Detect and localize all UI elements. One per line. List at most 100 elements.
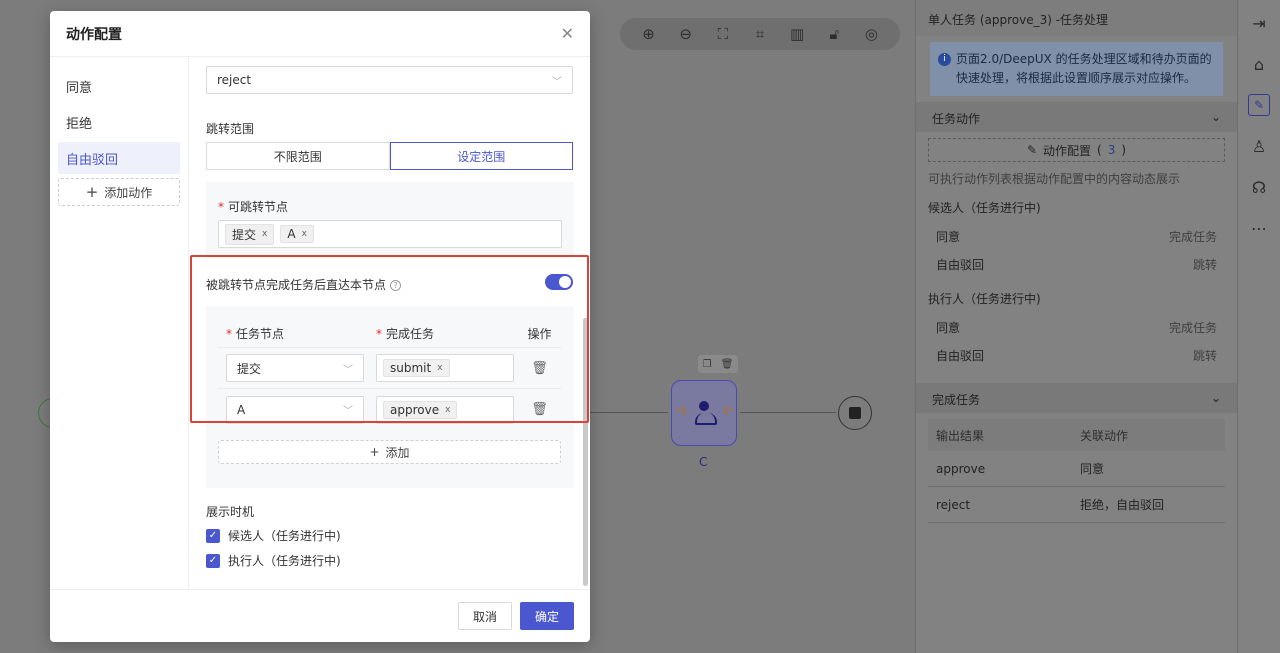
list-item: 同意 完成任务 xyxy=(928,222,1225,250)
checkbox-checked-icon[interactable]: ✓ xyxy=(206,528,220,543)
complete-task-table: 输出结果 关联动作 approve 同意 reject 拒绝，自由驳回 xyxy=(928,419,1225,523)
section-complete-task[interactable]: 完成任务 ⌄ xyxy=(916,383,1237,413)
chevron-down-icon: ﹀ xyxy=(343,406,353,417)
remove-tag-icon[interactable]: x xyxy=(437,363,442,373)
cancel-button[interactable]: 取消 xyxy=(457,602,512,630)
required-mark: * xyxy=(376,327,382,341)
jump-range-option-set[interactable]: 设定范围 xyxy=(389,142,573,170)
column-header: 操作 xyxy=(527,327,552,341)
action-item-reject[interactable]: 拒绝 xyxy=(58,106,180,138)
info-icon: i xyxy=(938,53,951,66)
confirm-button[interactable]: 确定 xyxy=(519,602,574,630)
list-item: 自由驳回 跳转 xyxy=(928,341,1225,369)
section-title: 完成任务 xyxy=(932,393,981,407)
edit-icon: ✎ xyxy=(1026,143,1038,157)
task-node-select[interactable]: 提交 ﹀ xyxy=(226,354,364,382)
checkbox-label: 候选人（任务进行中) xyxy=(228,529,341,543)
node-label: C xyxy=(699,455,708,469)
headset-icon[interactable]: ☊ xyxy=(1248,176,1270,198)
actions-hint: 可执行动作列表根据动作配置中的内容动态展示 xyxy=(928,172,1181,186)
jump-range-option-unlimited[interactable]: 不限范围 xyxy=(206,142,390,170)
zoom-in-icon[interactable]: ⊕ xyxy=(638,25,660,43)
remove-tag-icon[interactable]: x xyxy=(262,229,267,239)
in-port-icon[interactable]: •‖ xyxy=(676,406,686,416)
eye-hidden-icon[interactable]: ◎ xyxy=(860,25,882,43)
tag-label: 提交 xyxy=(232,227,257,242)
center-icon[interactable]: ⌗ xyxy=(749,25,771,43)
task-node-select[interactable]: A ﹀ xyxy=(226,395,364,424)
action-type: 跳转 xyxy=(1192,257,1217,272)
action-name: 自由驳回 xyxy=(936,257,985,272)
dialog-header: 动作配置 ✕ xyxy=(50,11,590,57)
user-icon xyxy=(693,401,717,425)
table-row: approve 同意 xyxy=(928,451,1225,487)
chevron-down-icon[interactable]: ⌄ xyxy=(1211,110,1221,124)
group-title-executor: 执行人（任务进行中) xyxy=(928,292,1041,306)
task-cell: submit x xyxy=(372,354,518,382)
section-task-actions[interactable]: 任务动作 ⌄ xyxy=(916,102,1237,132)
list-item: 自由驳回 跳转 xyxy=(928,250,1225,278)
close-icon[interactable]: ✕ xyxy=(561,24,574,43)
node-cell: A ﹀ xyxy=(218,395,372,424)
remove-tag-icon[interactable]: x xyxy=(445,405,450,415)
user-edit-icon[interactable]: ♙ xyxy=(1248,135,1270,157)
jumpable-nodes-input[interactable]: 提交 x Ax xyxy=(218,220,562,248)
action-config-count-open: ( xyxy=(1097,143,1102,157)
fit-screen-icon[interactable]: ⛶ xyxy=(712,25,734,43)
action-detail-form: reject ﹀ 跳转范围 不限范围 设定范围 * 可跳转节点 提交 x Ax 被跳… xyxy=(190,58,590,589)
section-title: 任务动作 xyxy=(932,112,981,126)
column-header: 关联动作 xyxy=(1080,428,1129,443)
task-node-value: A xyxy=(237,402,246,417)
tag-label: submit xyxy=(390,361,432,375)
direct-return-label: 被跳转节点完成任务后直达本节点? xyxy=(206,276,402,293)
complete-task-input[interactable]: submit x xyxy=(376,354,514,382)
result-cell: approve xyxy=(936,461,986,476)
action-type: 跳转 xyxy=(1192,348,1217,363)
action-config-button[interactable]: ✎ 动作配置 (3) xyxy=(928,138,1225,162)
checkbox-label: 执行人（任务进行中) xyxy=(228,554,341,568)
delete-icon[interactable]: 🗑︎ xyxy=(531,361,548,376)
list-item: 同意 完成任务 xyxy=(928,313,1225,341)
group-title-candidate: 候选人（任务进行中) xyxy=(928,201,1041,215)
help-icon[interactable]: ? xyxy=(390,280,402,291)
action-name: 同意 xyxy=(936,320,961,335)
info-text: 页面2.0/DeepUX 的任务处理区域和待办页面的快速处理，将根据此设置顺序展… xyxy=(956,52,1212,85)
checkbox-checked-icon[interactable]: ✓ xyxy=(206,553,220,568)
add-action-button[interactable]: + 添加动作 xyxy=(58,178,180,206)
ops-cell: 🗑︎ xyxy=(518,402,561,417)
add-row-button[interactable]: + 添加 xyxy=(218,440,561,464)
action-item-agree[interactable]: 同意 xyxy=(58,70,180,102)
more-icon[interactable]: ⋯ xyxy=(1248,217,1270,239)
delete-icon[interactable]: 🗑︎ xyxy=(721,359,734,370)
direct-return-toggle[interactable] xyxy=(545,274,573,290)
action-config-count: 3 xyxy=(1107,143,1116,157)
out-port-icon[interactable]: ‖• xyxy=(724,406,734,416)
node-cell: 提交 ﹀ xyxy=(218,354,372,382)
table-row: A ﹀ approve x 🗑︎ xyxy=(218,389,561,430)
result-select-value: reject xyxy=(217,73,252,87)
panel-header: 单人任务 (approve_3) -任务处理 xyxy=(916,0,1237,36)
chevron-down-icon[interactable]: ⌄ xyxy=(1211,391,1221,405)
action-type: 完成任务 xyxy=(1168,229,1217,244)
remove-tag-icon[interactable]: x xyxy=(302,229,307,239)
zoom-out-icon[interactable]: ⊖ xyxy=(675,25,697,43)
copy-icon[interactable]: ❐ xyxy=(703,359,712,370)
action-item-free-reject[interactable]: 自由驳回 xyxy=(58,142,180,174)
collapse-panel-icon[interactable]: ⇥ xyxy=(1248,12,1270,34)
task-process-icon[interactable]: ✎ xyxy=(1248,94,1270,116)
jumpable-nodes-label: * 可跳转节点 xyxy=(218,198,288,215)
display-option-executor[interactable]: ✓ 执行人（任务进行中) xyxy=(206,552,341,569)
delete-icon[interactable]: 🗑︎ xyxy=(531,402,548,417)
display-option-candidate[interactable]: ✓ 候选人（任务进行中) xyxy=(206,527,341,544)
side-rail: ⇥ ⌂ ✎ ♙ ☊ ⋯ xyxy=(1237,0,1280,653)
result-select[interactable]: reject ﹀ xyxy=(206,66,573,94)
action-cell: 同意 xyxy=(1080,462,1105,476)
unlock-icon[interactable]: 🔓︎ xyxy=(823,25,845,43)
plus-icon: + xyxy=(369,445,380,459)
home-icon[interactable]: ⌂ xyxy=(1248,53,1270,75)
layout-icon[interactable]: ▥ xyxy=(786,25,808,43)
jump-range-segmented: 不限范围 设定范围 xyxy=(206,142,573,170)
end-node[interactable] xyxy=(838,396,872,430)
scrollbar[interactable] xyxy=(583,318,588,586)
complete-task-input[interactable]: approve x xyxy=(376,395,514,424)
